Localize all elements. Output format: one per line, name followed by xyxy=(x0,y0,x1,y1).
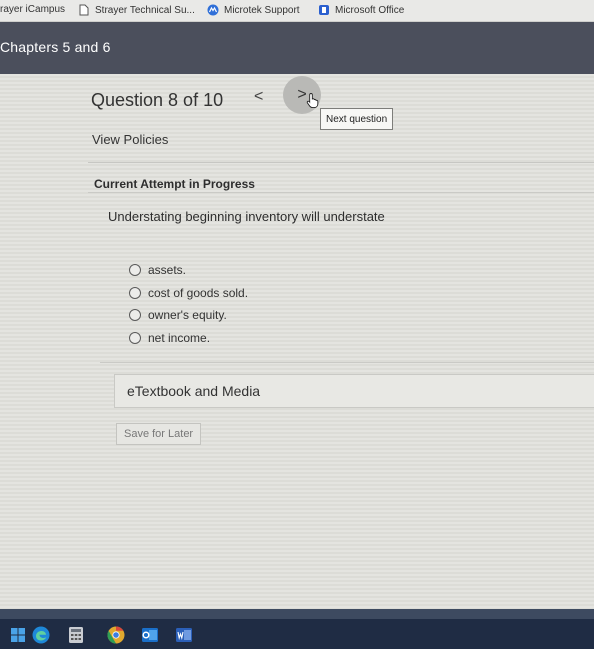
assignment-title: Chapters 5 and 6 xyxy=(0,39,111,55)
save-for-later-button[interactable]: Save for Later xyxy=(116,423,202,445)
radio-button[interactable] xyxy=(129,331,141,344)
microtek-icon xyxy=(207,4,219,16)
answer-option-owners-equity[interactable]: owner's equity. xyxy=(129,304,248,327)
radio-button[interactable] xyxy=(129,309,141,322)
next-question-tooltip: Next question xyxy=(320,108,394,130)
answer-option-assets[interactable]: assets. xyxy=(129,259,248,282)
bookmark-strayer-technical[interactable]: Strayer Technical Su... xyxy=(78,4,195,16)
office-icon xyxy=(319,5,329,15)
edge-icon[interactable] xyxy=(31,625,51,645)
answer-option-label: assets. xyxy=(148,263,187,278)
bookmark-label: Strayer Technical Su... xyxy=(95,4,195,16)
bookmark-label: Microsoft Office xyxy=(335,4,405,16)
outlook-icon[interactable] xyxy=(140,625,160,645)
answer-option-label: owner's equity. xyxy=(148,308,227,323)
windows-start-icon[interactable] xyxy=(8,625,28,645)
radio-button[interactable] xyxy=(129,264,141,277)
calculator-icon[interactable] xyxy=(66,625,86,645)
divider xyxy=(88,162,594,163)
answer-option-cost-of-goods-sold[interactable]: cost of goods sold. xyxy=(129,282,248,305)
answer-option-label: cost of goods sold. xyxy=(148,285,249,300)
assignment-header: Chapters 5 and 6 xyxy=(0,22,594,74)
bookmark-icampus[interactable]: rayer iCampus xyxy=(0,4,65,15)
bookmark-label: Microtek Support xyxy=(224,4,300,16)
divider xyxy=(100,362,594,363)
question-text: Understating beginning inventory will un… xyxy=(108,209,385,224)
answer-option-label: net income. xyxy=(148,330,211,345)
previous-question-button[interactable]: < xyxy=(254,88,263,106)
word-icon[interactable] xyxy=(174,625,194,645)
chrome-icon[interactable] xyxy=(106,625,126,645)
radio-button[interactable] xyxy=(129,286,141,299)
bookmark-microtek-support[interactable]: Microtek Support xyxy=(207,4,300,16)
bookmarks-bar: rayer iCampus Strayer Technical Su... Mi… xyxy=(0,0,594,22)
answer-option-net-income[interactable]: net income. xyxy=(129,327,248,350)
bookmark-label: rayer iCampus xyxy=(0,4,66,15)
hand-cursor-icon xyxy=(306,93,319,108)
question-panel: Question 8 of 10 < > Next question View … xyxy=(0,74,594,609)
divider xyxy=(88,192,594,193)
attempt-status: Current Attempt in Progress xyxy=(94,177,255,191)
etextbook-media-button[interactable]: eTextbook and Media xyxy=(114,374,594,408)
browser-bottom-edge xyxy=(0,609,594,619)
answer-options: assets. cost of goods sold. owner's equi… xyxy=(129,259,248,349)
bookmark-microsoft-office[interactable]: Microsoft Office xyxy=(318,4,404,16)
view-policies-link[interactable]: View Policies xyxy=(92,132,168,147)
page-icon xyxy=(79,4,89,16)
taskbar xyxy=(0,619,594,649)
question-counter: Question 8 of 10 xyxy=(91,90,224,110)
